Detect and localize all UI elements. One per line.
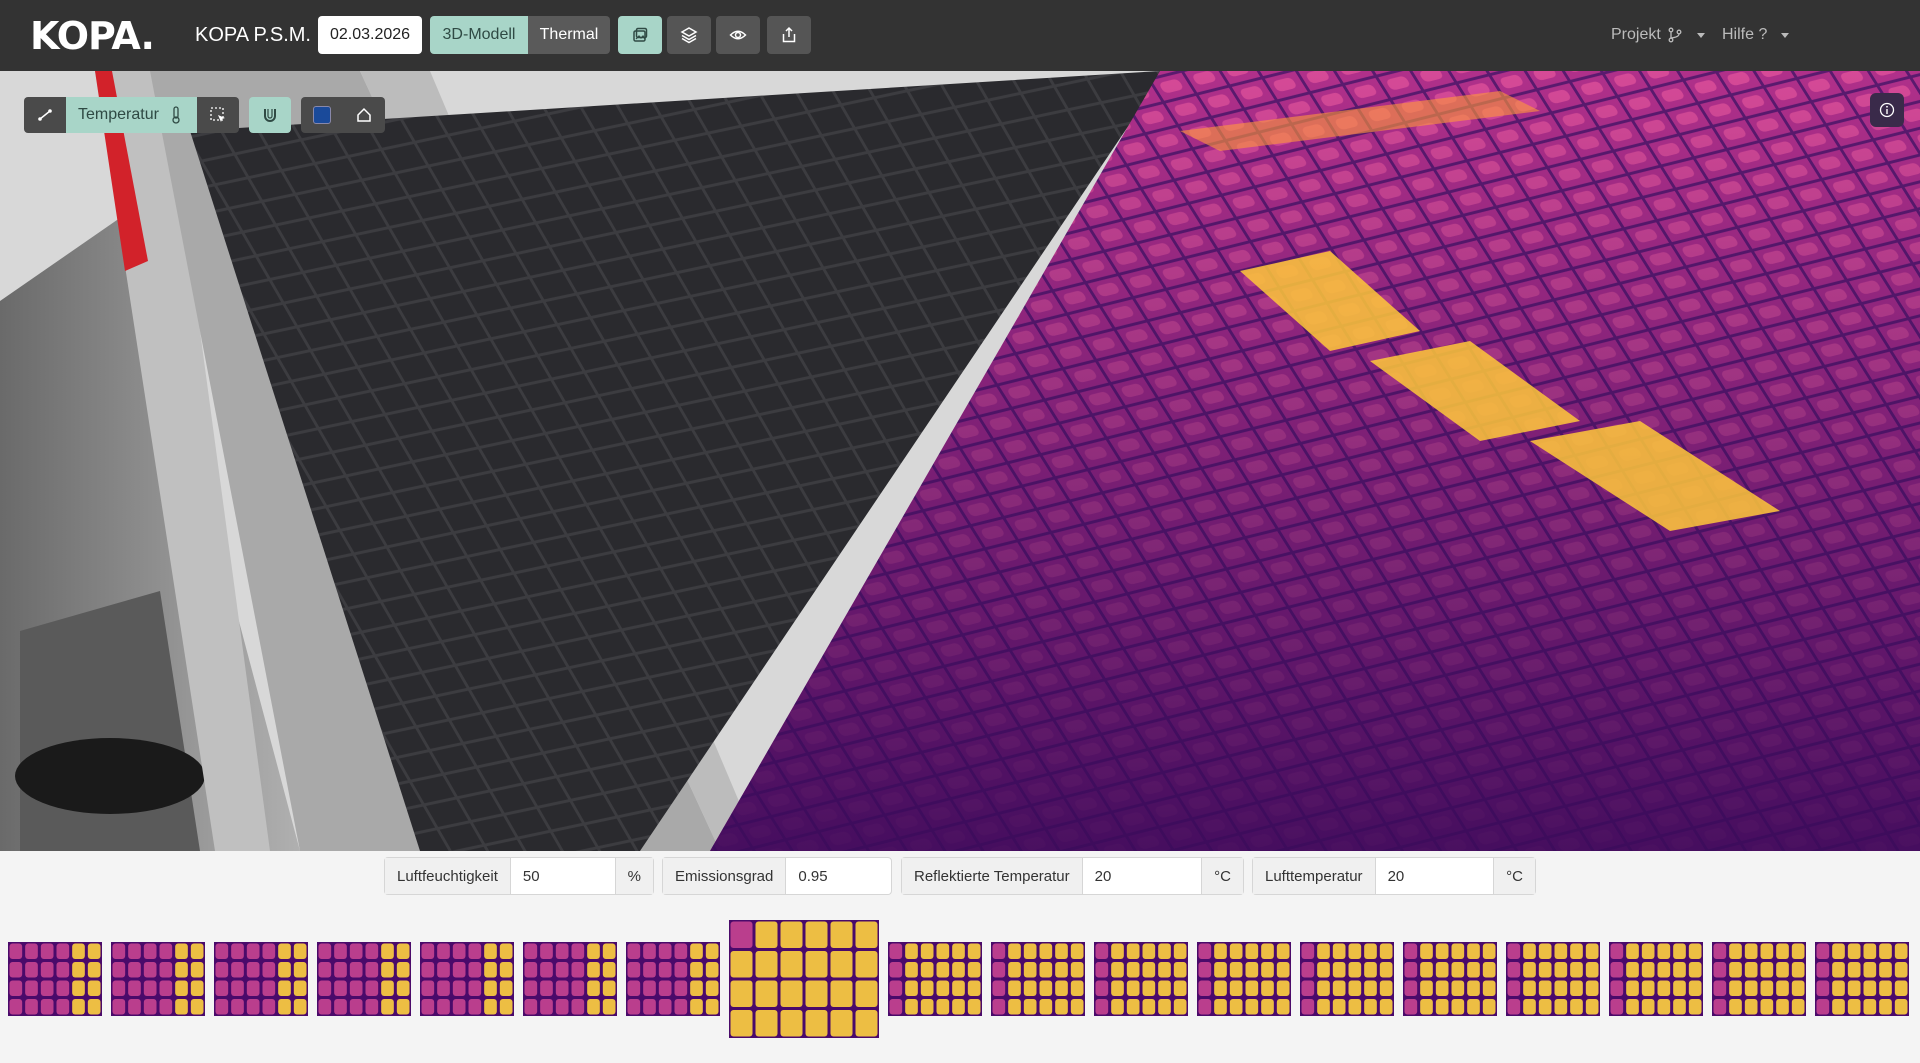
reflektierte-temperatur-unit: °C <box>1201 858 1243 894</box>
thumbnail[interactable] <box>1712 942 1806 1016</box>
chevron-down-icon <box>1696 32 1705 38</box>
top-bar: KOPA. KOPA P.S.M. 02.03.2026 3D-Modell T… <box>0 0 1920 71</box>
reflektierte-temperatur-group: Reflektierte Temperatur 20 °C <box>901 857 1244 895</box>
thumbnail[interactable] <box>1609 942 1703 1016</box>
thumbnail[interactable] <box>1815 942 1909 1016</box>
layers-button[interactable] <box>667 16 711 54</box>
color-swatch <box>312 106 331 124</box>
share-icon <box>782 26 796 43</box>
thumbnail[interactable] <box>888 942 982 1016</box>
chevron-down-icon <box>1781 32 1790 38</box>
lufttemperatur-unit: °C <box>1493 858 1535 894</box>
emissionsgrad-group: Emissionsgrad 0.95 <box>662 857 892 895</box>
thumbnail[interactable] <box>1300 942 1394 1016</box>
line-tool-icon <box>38 109 52 121</box>
info-icon <box>1879 102 1895 118</box>
thumbnail[interactable] <box>317 942 411 1016</box>
temperature-tool-button[interactable]: Temperatur <box>66 97 197 133</box>
view-thermal-button[interactable]: Thermal <box>528 16 610 54</box>
luftfeuchtigkeit-input[interactable]: 50 <box>511 858 615 894</box>
branch-icon <box>1668 27 1682 43</box>
thumbnail[interactable] <box>991 942 1085 1016</box>
lufttemperatur-group: Lufttemperatur 20 °C <box>1252 857 1536 895</box>
hilfe-menu-label: Hilfe ? <box>1722 26 1768 43</box>
thumbnail[interactable] <box>626 942 720 1016</box>
reflektierte-temperatur-input[interactable]: 20 <box>1083 858 1202 894</box>
thumbnail[interactable] <box>420 942 514 1016</box>
info-button[interactable] <box>1870 93 1904 127</box>
images-button[interactable] <box>618 16 662 54</box>
thumbnail[interactable] <box>111 942 205 1016</box>
home-view-button[interactable] <box>342 97 385 133</box>
luftfeuchtigkeit-group: Luftfeuchtigkeit 50 % <box>384 857 654 895</box>
share-button[interactable] <box>767 16 811 54</box>
images-icon <box>633 27 648 42</box>
visibility-button[interactable] <box>716 16 760 54</box>
home-icon <box>357 107 371 122</box>
emissionsgrad-input[interactable]: 0.95 <box>786 858 891 894</box>
projekt-menu-label: Projekt <box>1611 26 1661 43</box>
layers-icon <box>680 27 698 44</box>
luftfeuchtigkeit-unit: % <box>614 858 653 894</box>
lufttemperatur-label: Lufttemperatur <box>1253 858 1376 894</box>
thumbnail[interactable] <box>1197 942 1291 1016</box>
project-name: KOPA P.S.M. <box>195 24 311 46</box>
emissionsgrad-label: Emissionsgrad <box>663 858 787 894</box>
thumbnail-selected[interactable] <box>729 920 879 1038</box>
temperature-label: Temperatur <box>78 106 159 123</box>
area-select-button[interactable] <box>196 97 239 133</box>
thumbnail[interactable] <box>1403 942 1497 1016</box>
eye-icon <box>729 30 747 40</box>
thumbnail[interactable] <box>1094 942 1188 1016</box>
viewport-toolbar: Temperatur <box>24 97 385 133</box>
thumbnail[interactable] <box>1506 942 1600 1016</box>
roof-scene <box>0 71 1920 851</box>
measure-line-button[interactable] <box>24 97 66 133</box>
thermal-image-strip[interactable] <box>0 920 1920 1040</box>
kopa-logo[interactable]: KOPA. <box>30 14 155 58</box>
thermometer-icon <box>172 106 180 124</box>
thumbnail[interactable] <box>214 942 308 1016</box>
view-3d-model-button[interactable]: 3D-Modell <box>430 16 528 54</box>
magnet-icon <box>263 109 276 122</box>
hilfe-menu[interactable]: Hilfe ? <box>1722 26 1790 44</box>
projekt-menu[interactable]: Projekt <box>1611 26 1705 44</box>
thumbnail[interactable] <box>523 942 617 1016</box>
model-viewport[interactable]: Temperatur <box>0 71 1920 851</box>
select-area-icon <box>210 107 225 122</box>
luftfeuchtigkeit-label: Luftfeuchtigkeit <box>385 858 511 894</box>
date-selector[interactable]: 02.03.2026 <box>318 16 422 54</box>
snap-magnet-button[interactable] <box>248 97 291 133</box>
lufttemperatur-input[interactable]: 20 <box>1376 858 1494 894</box>
thumbnail[interactable] <box>8 942 102 1016</box>
reflektierte-temperatur-label: Reflektierte Temperatur <box>902 858 1083 894</box>
color-picker-button[interactable] <box>300 97 343 133</box>
